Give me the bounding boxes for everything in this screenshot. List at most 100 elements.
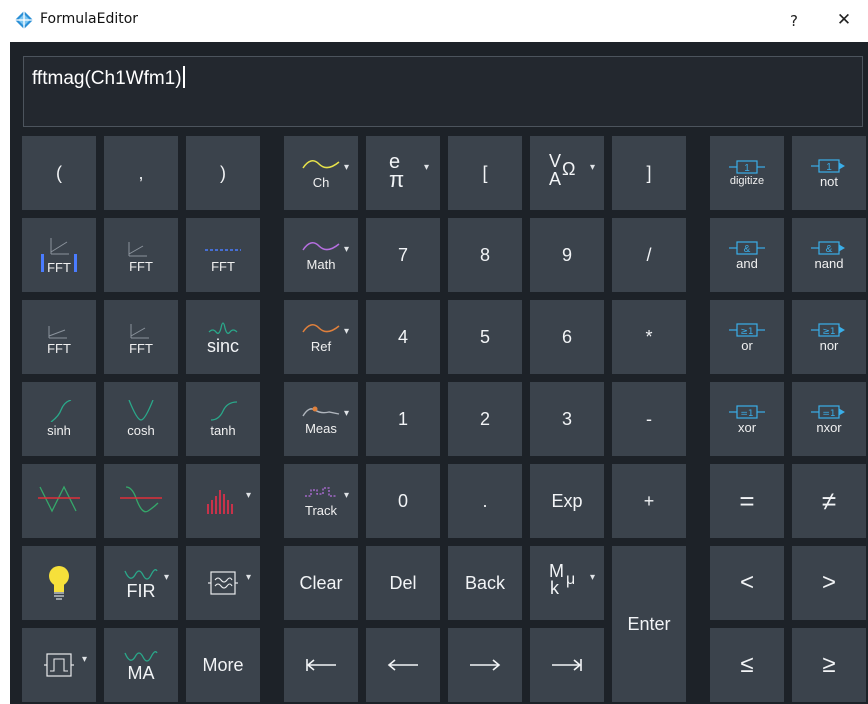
and-key[interactable]: & and [710,218,784,292]
ref-key[interactable]: Ref ▾ [284,300,358,374]
gate-symbol: =1 [822,409,835,419]
app-logo-icon [15,11,33,29]
dropdown-caret-icon: ▾ [246,490,252,501]
cursor-home-button[interactable] [284,628,358,702]
fft-real-key[interactable]: FFT [186,218,260,292]
not-equal-key[interactable]: ≠ [792,464,866,538]
comma-key[interactable]: , [104,136,178,210]
constants-key[interactable]: e π ▾ [366,136,440,210]
lowpass-filter-key[interactable] [22,464,96,538]
tanh-label: tanh [210,423,236,438]
not-key[interactable]: 1 not [792,136,866,210]
cursor-end-button[interactable] [530,628,604,702]
gate-icon: =1 [811,404,845,419]
lightbulb-icon [49,566,69,600]
dropdown-caret-icon: ▾ [344,162,350,173]
back-button[interactable]: Back [448,546,522,620]
filter-box-icon [208,571,238,595]
open-bracket-key[interactable]: [ [448,136,522,210]
digit-4-key[interactable]: 4 [366,300,440,374]
ch-key[interactable]: Ch ▾ [284,136,358,210]
fft-label: FFT [47,341,71,356]
nor-key[interactable]: ≥1 nor [792,300,866,374]
cosh-key[interactable]: cosh [104,382,178,456]
delete-button[interactable]: Del [366,546,440,620]
enter-button[interactable]: Enter [612,546,686,702]
digit-0-key[interactable]: 0 [366,464,440,538]
fft-mag-key[interactable]: FFT [22,218,96,292]
digit-7-key[interactable]: 7 [366,218,440,292]
less-than-key[interactable]: < [710,546,784,620]
track-key[interactable]: Track ▾ [284,464,358,538]
less-equal-key[interactable]: ≤ [710,628,784,702]
digit-8-key[interactable]: 8 [448,218,522,292]
more-button[interactable]: More [186,628,260,702]
exp-key[interactable]: Exp [530,464,604,538]
fft-phase-key[interactable]: FFT [104,218,178,292]
gate-icon: & [811,240,845,255]
dropdown-caret-icon: ▾ [82,654,88,665]
highpass-filter-key[interactable] [104,464,178,538]
tanh-key[interactable]: tanh [186,382,260,456]
window-title: FormulaEditor [40,11,139,27]
cursor-right-button[interactable] [448,628,522,702]
fft-imag-key[interactable]: FFT [22,300,96,374]
dropdown-caret-icon: ▾ [344,408,350,419]
nand-key[interactable]: & nand [792,218,866,292]
close-button[interactable]: ✕ [832,8,856,32]
help-button[interactable]: ? [782,9,806,33]
pulse-select-key[interactable]: ▾ [22,628,96,702]
digit-2-key[interactable]: 2 [448,382,522,456]
math-key[interactable]: Math ▾ [284,218,358,292]
sinh-curve-icon [50,400,72,422]
digitize-label: digitize [729,175,765,187]
digit-5-key[interactable]: 5 [448,300,522,374]
digit-9-key[interactable]: 9 [530,218,604,292]
nxor-label: nxor [816,419,842,435]
gate-icon: 1 [811,158,845,173]
dropdown-caret-icon: ▾ [590,162,596,173]
decimal-point-key[interactable]: . [448,464,522,538]
digit-6-key[interactable]: 6 [530,300,604,374]
multiply-key[interactable]: * [612,300,686,374]
plus-key[interactable]: + [612,464,686,538]
greater-than-key[interactable]: > [792,546,866,620]
close-bracket-key[interactable]: ] [612,136,686,210]
digitize-key[interactable]: 1 digitize [710,136,784,210]
ma-key[interactable]: MA [104,628,178,702]
si-prefix-key[interactable]: M k μ ▾ [530,546,604,620]
fft-label: FFT [129,259,153,274]
fft-db-key[interactable]: FFT [104,300,178,374]
digit-3-key[interactable]: 3 [530,382,604,456]
divide-key[interactable]: / [612,218,686,292]
gate-icon: ≥1 [729,322,765,337]
fir-key[interactable]: FIR ▾ [104,546,178,620]
greater-equal-key[interactable]: ≥ [792,628,866,702]
clear-button[interactable]: Clear [284,546,358,620]
digit-1-key[interactable]: 1 [366,382,440,456]
nxor-key[interactable]: =1 nxor [792,382,866,456]
sinc-key[interactable]: sinc [186,300,260,374]
fir-label: FIR [126,580,156,601]
gate-symbol: & [826,244,833,255]
close-paren-key[interactable]: ) [186,136,260,210]
equal-key[interactable]: = [710,464,784,538]
minus-key[interactable]: - [612,382,686,456]
sinh-key[interactable]: sinh [22,382,96,456]
fft-spectrum-icon [128,242,147,257]
cosh-curve-icon [128,400,154,421]
formula-input[interactable]: fftmag(Ch1Wfm1) [23,56,863,127]
meas-key[interactable]: Meas ▾ [284,382,358,456]
dropdown-caret-icon: ▾ [344,326,350,337]
arrow-left-bar-icon [306,659,336,671]
or-key[interactable]: ≥1 or [710,300,784,374]
units-key[interactable]: V A Ω ▾ [530,136,604,210]
xor-key[interactable]: =1 xor [710,382,784,456]
sinh-label: sinh [47,423,71,438]
fft-spectrum-icon [48,326,67,339]
open-paren-key[interactable]: ( [22,136,96,210]
filter-select-key[interactable]: ▾ [186,546,260,620]
bulb-key[interactable] [22,546,96,620]
cursor-left-button[interactable] [366,628,440,702]
histogram-key[interactable]: ▾ [186,464,260,538]
